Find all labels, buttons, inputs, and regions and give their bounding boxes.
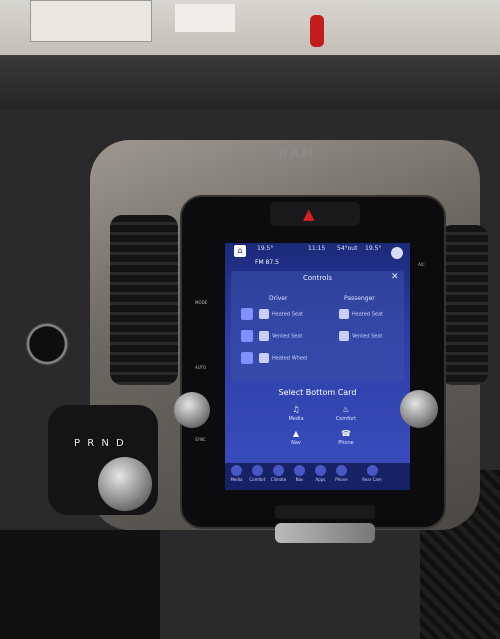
side-label-auto[interactable]: AUTO [195,365,206,370]
driver-vented-seat-label: Vented Seat [272,333,303,340]
clock: 11:15 [308,245,326,252]
fire-extinguisher [310,15,324,47]
hazard-button[interactable]: ▲ [270,202,360,226]
passenger-header: Passenger [344,295,375,302]
touchscreen[interactable]: ⌂ 19.5° 11:15 54°out 19.5° FM 87.5 Contr… [225,243,410,490]
brand-logo: RAM [278,146,316,160]
driver-vented-seat[interactable]: Vented Seat [241,330,303,342]
notice-board [30,0,152,42]
card-nav-label: Nav [291,440,301,446]
home-button[interactable]: ⌂ [234,245,246,257]
side-label-ac[interactable]: A/C [418,262,425,267]
selected-indicator [241,308,253,320]
driver-heated-wheel-label: Heated Wheel [272,355,308,362]
close-icon[interactable]: ✕ [391,272,399,282]
nav-phone[interactable]: Phone [333,465,350,482]
engine-start-button[interactable] [25,322,69,366]
nav-nav-label: Nav [295,477,304,482]
climate-buttons[interactable] [275,523,375,543]
outside-temp: 54°out [337,245,358,252]
passenger-heated-seat-label: Heated Seat [352,311,383,318]
nav-media[interactable]: Media [228,465,245,482]
left-air-vent[interactable] [110,215,178,385]
climate-icon [273,465,284,476]
driver-header: Driver [269,295,288,302]
nav-phone-label: Phone [335,477,348,482]
bottom-nav-bar: Media Comfort Climate Nav Apps Phone Rea… [225,463,410,490]
navigation-icon [294,465,305,476]
status-bar: ⌂ 19.5° 11:15 54°out 19.5° [225,243,410,259]
bottom-card-selector: Select Bottom Card ♫ Media ♨ Comfort ▲ Nav … [231,381,404,459]
phone-icon [336,465,347,476]
apps-icon [315,465,326,476]
heated-seat-icon [259,309,269,319]
nav-rear-cam-label: Rear Cam [362,477,382,482]
nav-apps-label: Apps [315,477,326,482]
nav-media-label: Media [230,477,243,482]
card-media-label: Media [288,416,304,422]
hazard-icon: ▲ [303,205,315,223]
selected-indicator [241,352,253,364]
side-label-mode[interactable]: MODE [195,300,207,305]
vented-seat-icon [339,331,349,341]
passenger-vented-seat-label: Vented Seat [352,333,383,340]
side-label-sync[interactable]: SYNC [195,437,206,442]
card-nav[interactable]: ▲ Nav [276,429,316,446]
passenger-vented-seat[interactable]: Vented Seat [339,331,382,341]
volume-knob[interactable] [174,392,210,428]
rotary-gear-knob[interactable] [98,457,152,511]
nav-apps[interactable]: Apps [312,465,329,482]
gear-indicator: P R N D [74,438,126,449]
card-phone-label: Phone [338,440,354,446]
dashboard-top [0,55,500,115]
passenger-heated-seat[interactable]: Heated Seat [339,309,383,319]
card-comfort[interactable]: ♨ Comfort [326,405,366,422]
wall-sign [175,4,235,32]
driver-heated-seat-label: Heated Seat [272,311,303,318]
tuner-knob[interactable] [400,390,438,428]
phone-icon: ☎ [341,429,351,438]
controls-title: Controls [303,274,332,282]
navigation-arrow-icon: ▲ [292,429,300,438]
selected-indicator [241,330,253,342]
camera-icon [366,465,378,476]
controls-panel: Controls ✕ Driver Passenger Heated Seat … [231,271,404,381]
settings-gear-icon[interactable] [391,247,403,259]
nav-nav[interactable]: Nav [291,465,308,482]
media-icon [231,465,242,476]
driver-temp[interactable]: 19.5° [257,245,273,252]
floor-left [0,530,160,639]
nav-comfort[interactable]: Comfort [249,465,266,482]
heated-seat-icon [339,309,349,319]
seat-icon: ♨ [342,405,350,414]
nav-rear-cam[interactable]: Rear Cam [357,465,387,482]
passenger-temp[interactable]: 19.5° [365,245,381,252]
bottom-card-title: Select Bottom Card [278,388,357,397]
card-comfort-label: Comfort [335,416,357,422]
heated-wheel-icon [259,353,269,363]
card-media[interactable]: ♫ Media [276,405,316,422]
climate-button-strip[interactable] [275,505,375,519]
right-air-vent[interactable] [440,225,488,385]
radio-station[interactable]: FM 87.5 [255,259,279,266]
music-note-icon: ♫ [292,405,300,414]
driver-heated-wheel[interactable]: Heated Wheel [241,352,308,364]
card-phone[interactable]: ☎ Phone [326,429,366,446]
nav-climate[interactable]: Climate [270,465,287,482]
comfort-icon [252,465,263,476]
nav-climate-label: Climate [270,477,287,482]
driver-heated-seat[interactable]: Heated Seat [241,308,303,320]
nav-comfort-label: Comfort [249,477,266,482]
vented-seat-icon [259,331,269,341]
